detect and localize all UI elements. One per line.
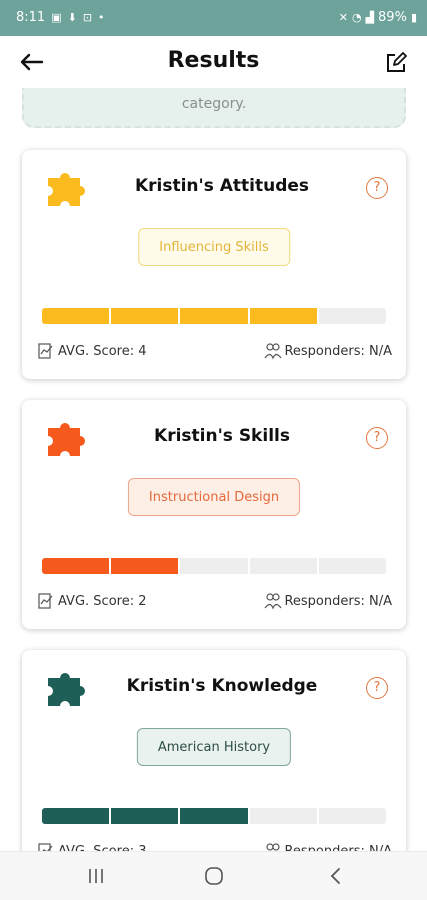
back-icon[interactable] [326,866,346,886]
app-bar: Results [0,36,427,88]
download-notification-icon: ⬇ [67,11,77,24]
score-segment [180,308,248,324]
wifi-icon: ◔ [351,11,362,24]
score-segment [111,308,179,324]
page-title: Results [167,48,260,73]
score-segment [318,558,387,574]
responders: Responders: N/A [264,342,392,360]
card-title: Kristin's Skills [154,426,290,446]
system-nav-bar [0,851,427,900]
responders-label: Responders: N/A [284,593,392,609]
score-segment [180,808,248,824]
vpn-notification-icon: ⊡ [82,11,93,24]
status-bar: 8:11 ▣ ⬇ ⊡ • ✕ ◔ ▟ 89% ▮ [0,0,427,36]
category-tag: Influencing Skills [138,228,290,266]
score-bar [42,808,387,824]
card-title: Kristin's Attitudes [134,176,310,196]
score-segment [180,558,248,574]
avg-score: AVG. Score: 2 [38,592,147,610]
result-card-skills: Kristin's Skills ? Instructional Design … [22,400,406,629]
score-segment [42,558,110,574]
score-segment [111,558,179,574]
score-segment [42,808,110,824]
status-time: 8:11 [16,10,46,25]
info-text: category. [181,96,247,112]
more-notifications-icon: • [98,11,105,24]
result-card-attitudes: Kristin's Attitudes ? Influencing Skills… [22,150,406,379]
card-title: Kristin's Knowledge [126,676,318,696]
score-segment [318,308,387,324]
help-icon[interactable]: ? [366,427,388,449]
avg-score-label: AVG. Score: 2 [58,593,147,609]
avg-score: AVG. Score: 4 [38,342,147,360]
score-segment [318,808,387,824]
score-segment [249,808,317,824]
mute-icon: ✕ [338,11,348,24]
score-segment [249,558,317,574]
home-icon[interactable] [204,866,224,886]
battery-icon: ▮ [410,11,417,24]
gallery-notification-icon: ▣ [51,11,62,24]
category-tag: American History [136,728,292,766]
recents-icon[interactable] [86,866,106,886]
result-card-knowledge: Kristin's Knowledge ? American History A… [22,650,406,852]
edit-icon[interactable] [385,52,407,74]
score-segment [249,308,317,324]
responders: Responders: N/A [264,592,392,610]
info-box: category. [22,88,406,128]
score-bar [42,558,387,574]
help-icon[interactable]: ? [366,677,388,699]
signal-icon: ▟ [365,11,375,24]
puzzle-piece-icon [48,673,85,706]
help-icon[interactable]: ? [366,177,388,199]
score-chart-icon [38,593,53,609]
score-segment [111,808,179,824]
puzzle-piece-icon [48,423,85,456]
avg-score-label: AVG. Score: 4 [58,343,147,359]
category-tag: Instructional Design [127,478,301,516]
responders-icon [264,593,282,610]
responders-label: Responders: N/A [284,343,392,359]
score-chart-icon [38,343,53,359]
results-list[interactable]: category. Kristin's Attitudes ? Influenc… [0,88,427,852]
score-segment [42,308,110,324]
puzzle-piece-icon [48,173,85,206]
responders-icon [264,343,282,360]
score-bar [42,308,387,324]
battery-percent: 89% [378,10,407,25]
